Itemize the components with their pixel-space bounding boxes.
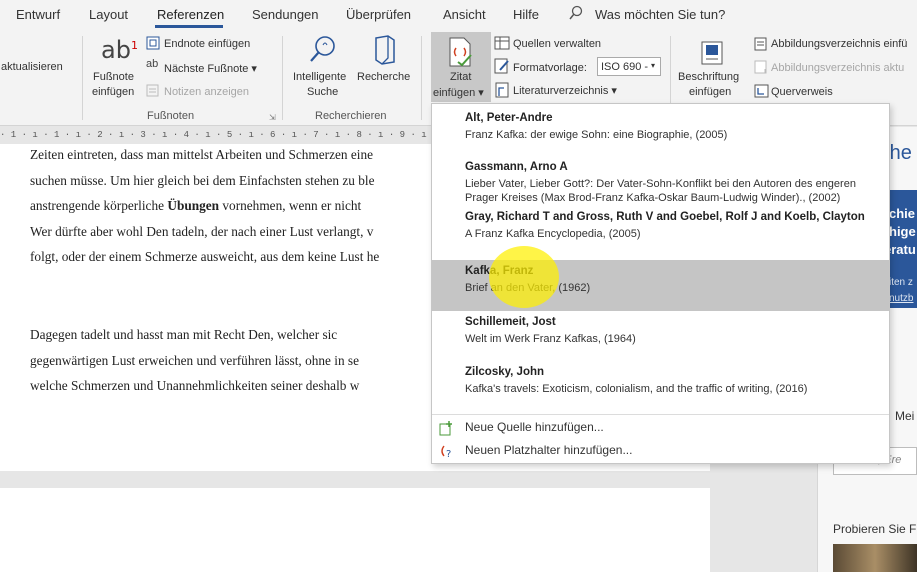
citation-author: Gassmann, Arno A (465, 161, 568, 173)
endnote-insert-button[interactable]: Endnote einfügen (164, 38, 250, 50)
next-footnote-icon: ab (146, 58, 159, 70)
citation-detail: Prager Kreises (Max Brod-Franz Kafka-Osk… (465, 192, 841, 204)
citation-author: Schillemeit, Jost (465, 316, 556, 328)
insert-citation-icon (446, 36, 476, 71)
bibliography-button[interactable]: Literaturverzeichnis ▾ (513, 84, 617, 97)
tell-me-search[interactable]: Was möchten Sie tun? (595, 7, 725, 22)
cursor-highlight (489, 246, 559, 308)
pane-try-heading: Probieren Sie F (833, 522, 917, 536)
banner-link[interactable]: nutzb (889, 293, 913, 304)
banner-line: hige (889, 224, 916, 239)
doc-line: gegenwärtigen Lust erweichen und verführ… (30, 353, 359, 368)
banner-text: iten z (889, 277, 913, 288)
manage-sources-button[interactable]: Quellen verwalten (513, 38, 601, 50)
tab-entwurf[interactable]: Entwurf (16, 7, 60, 22)
tab-hilfe[interactable]: Hilfe (513, 7, 539, 22)
divider (282, 36, 283, 120)
cross-reference-icon (754, 84, 769, 101)
researcher-button[interactable]: Recherche (357, 71, 410, 83)
add-placeholder-item[interactable]: ? Neuen Platzhalter hinzufügen... (432, 440, 889, 462)
doc-bold-word: Übungen (167, 198, 220, 213)
tab-ansicht[interactable]: Ansicht (443, 7, 486, 22)
lightbulb-search-icon[interactable] (568, 5, 584, 24)
show-notes-button[interactable]: Notizen anzeigen (164, 86, 249, 98)
doc-line: folgt, oder der einem Schmerze ausweicht… (30, 249, 380, 264)
table-of-figures-icon (754, 37, 767, 54)
footnote-icon: ab1 (101, 36, 138, 64)
banner-line: chie (889, 206, 916, 221)
horizontal-ruler[interactable]: · 1 · ı · 1 · ı · 2 · ı · 3 · ı · 4 · ı … (0, 127, 432, 144)
citation-detail: Kafka's travels: Exoticism, colonialism,… (465, 383, 808, 395)
divider (421, 36, 422, 120)
doc-line: welche Schmerzen und Unannehmlichkeiten … (30, 378, 360, 393)
table-of-figures-button[interactable]: Abbildungsverzeichnis einfü (771, 38, 907, 50)
update-toc-button[interactable]: aktualisieren (1, 61, 63, 73)
chevron-down-icon: ▾ (651, 61, 656, 70)
tab-referenzen[interactable]: Referenzen (157, 7, 224, 22)
smart-lookup-label-1[interactable]: Intelligente (293, 71, 346, 83)
research-group-label: Recherchieren (315, 110, 387, 122)
svg-text:?: ? (446, 449, 451, 459)
caption-insert-label-1[interactable]: Beschriftung (678, 71, 739, 83)
bibliography-icon (495, 82, 510, 101)
manage-sources-icon (494, 36, 510, 53)
add-placeholder-label: Neuen Platzhalter hinzufügen... (465, 443, 633, 457)
tab-layout[interactable]: Layout (89, 7, 128, 22)
citation-item[interactable]: Alt, Peter-Andre Franz Kafka: der ewige … (432, 107, 889, 153)
add-source-label: Neue Quelle hinzufügen... (465, 420, 604, 434)
dialog-launcher-icon[interactable]: ⇲ (269, 113, 276, 122)
style-dropdown[interactable]: ISO 690 - ▾ (597, 57, 661, 76)
placeholder-icon: ? (438, 443, 454, 462)
smart-lookup-icon (308, 34, 338, 69)
document-next-page[interactable] (0, 488, 710, 572)
active-tab-indicator (155, 25, 223, 28)
cite-insert-label-1: Zitat (450, 71, 472, 83)
citation-detail: Lieber Vater, Lieber Gott?: Der Vater-So… (465, 178, 856, 190)
endnote-icon (146, 36, 160, 53)
tab-sendungen[interactable]: Sendungen (252, 7, 319, 22)
citation-item[interactable]: Gassmann, Arno A Lieber Vater, Lieber Go… (432, 157, 889, 209)
citation-author: Zilcosky, John (465, 366, 545, 378)
footnote-insert-label-2[interactable]: einfügen (92, 86, 134, 98)
caption-insert-label-2[interactable]: einfügen (689, 86, 731, 98)
show-notes-icon (146, 84, 159, 100)
smart-lookup-label-2[interactable]: Suche (307, 86, 338, 98)
add-source-icon (438, 420, 454, 439)
style-icon (494, 58, 510, 77)
update-table-icon (754, 60, 767, 77)
citation-item[interactable]: Zilcosky, John Kafka's travels: Exoticis… (432, 361, 889, 413)
cross-reference-button[interactable]: Querverweis (771, 86, 833, 98)
tab-ueberpruefen[interactable]: Überprüfen (346, 7, 411, 22)
style-label: Formatvorlage: (513, 62, 587, 74)
citation-author: Gray, Richard T and Gross, Ruth V and Go… (465, 211, 865, 223)
doc-line: Wer dürfte aber wohl Den tadeln, der nac… (30, 224, 374, 239)
doc-line: Zeiten eintreten, dass man mittelst Arbe… (30, 147, 374, 162)
add-new-source-item[interactable]: Neue Quelle hinzufügen... (432, 417, 889, 439)
researcher-icon (371, 34, 399, 69)
doc-line: Dagegen tadelt und hasst man mit Recht D… (30, 327, 338, 342)
menu-divider (432, 414, 889, 415)
doc-line: suchen müsse. Um hier gleich bei dem Ein… (30, 173, 375, 188)
doc-line: anstrengende körperliche Übungen vornehm… (30, 198, 362, 213)
cite-insert-label-2: einfügen ▾ (433, 87, 484, 99)
next-footnote-button[interactable]: Nächste Fußnote ▾ (164, 62, 257, 75)
citation-detail: Welt im Werk Franz Kafkas, (1964) (465, 333, 636, 345)
pane-thumbnail[interactable] (833, 544, 917, 572)
citation-item[interactable]: Gray, Richard T and Gross, Ruth V and Go… (432, 209, 889, 249)
pane-tab[interactable]: Mei (895, 409, 914, 423)
footnotes-group-label: Fußnoten (147, 110, 195, 122)
insert-caption-icon (700, 40, 724, 69)
footnote-insert-label-1[interactable]: Fußnote (93, 71, 134, 83)
citation-author: Alt, Peter-Andre (465, 112, 553, 124)
style-dropdown-value: ISO 690 - (601, 61, 649, 73)
citation-item[interactable]: Schillemeit, Jost Welt im Werk Franz Kaf… (432, 311, 889, 361)
citation-detail: A Franz Kafka Encyclopedia, (2005) (465, 228, 641, 240)
divider (82, 36, 83, 120)
ribbon-tab-bar: Entwurf Layout Referenzen Sendungen Über… (0, 0, 917, 30)
update-table-button[interactable]: Abbildungsverzeichnis aktu (771, 62, 904, 74)
citation-detail: Franz Kafka: der ewige Sohn: eine Biogra… (465, 129, 728, 141)
